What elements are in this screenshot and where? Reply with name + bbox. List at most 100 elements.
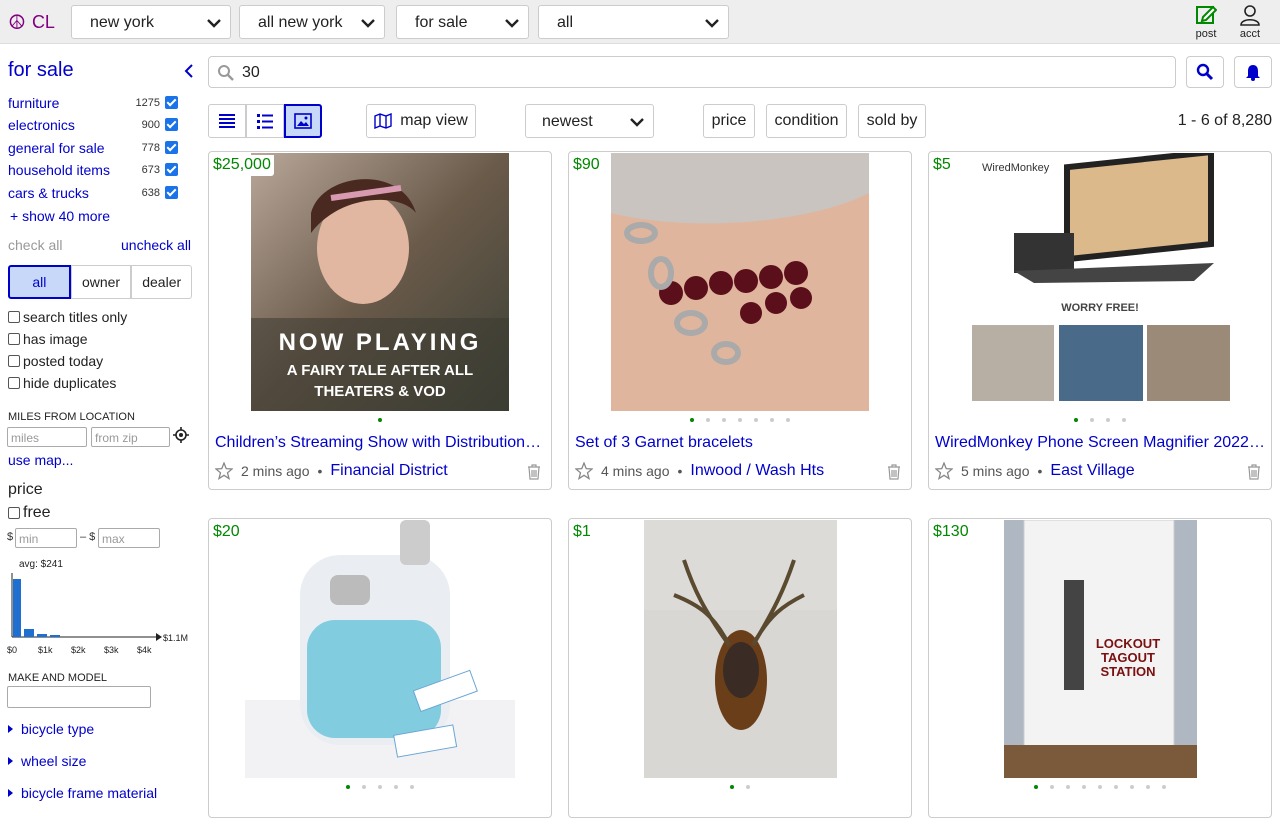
option-hide-duplicates[interactable]: hide duplicates [8, 375, 116, 391]
chevron-down-icon [361, 19, 375, 28]
use-map-link[interactable]: use map... [8, 452, 73, 468]
histogram-bar [37, 634, 47, 637]
option-posted-today[interactable]: posted today [8, 353, 103, 369]
miles-input[interactable]: miles [7, 427, 87, 447]
map-view-button[interactable]: map view [366, 104, 476, 138]
list-view-icon [219, 114, 235, 128]
filter-frame-material[interactable]: bicycle frame material [8, 785, 157, 801]
subcategory-dropdown[interactable]: all [538, 5, 729, 39]
category-checkbox[interactable] [165, 118, 178, 131]
listing-card[interactable]: WiredMonkey WORRY FREE! $5 WiredMonkey P… [928, 151, 1272, 490]
locate-icon[interactable] [173, 427, 189, 443]
checkbox[interactable] [8, 311, 20, 323]
sort-dropdown[interactable]: newest [525, 104, 654, 138]
listing-image[interactable] [611, 153, 869, 411]
image-dots[interactable] [569, 418, 911, 422]
option-has-image[interactable]: has image [8, 331, 88, 347]
gallery-view-button[interactable] [284, 104, 322, 138]
sidebar-title[interactable]: for sale [8, 59, 74, 82]
filter-wheel-size[interactable]: wheel size [8, 753, 86, 769]
search-input[interactable]: 30 [208, 56, 1176, 88]
collapse-sidebar-icon[interactable] [182, 62, 196, 80]
listing-meta: 4 mins ago • Inwood / Wash Hts [575, 462, 824, 480]
post-button[interactable]: post [1188, 4, 1224, 40]
chevron-down-icon [630, 118, 644, 127]
listing-title[interactable]: WiredMonkey Phone Screen Magnifier 2022… [935, 434, 1265, 452]
area-dropdown[interactable]: new york [71, 5, 231, 39]
listing-title[interactable]: Children’s Streaming Show with Distribut… [215, 434, 545, 452]
category-checkbox[interactable] [165, 186, 178, 199]
make-model-input[interactable] [7, 686, 151, 708]
account-button[interactable]: acct [1232, 4, 1268, 40]
listing-card[interactable]: $20 [208, 518, 552, 818]
category-item-electronics[interactable]: electronics 900 [8, 117, 178, 137]
category-item-household[interactable]: household items 673 [8, 162, 178, 182]
listing-meta: 2 mins ago • Financial District [215, 462, 448, 480]
zip-input[interactable]: from zip [91, 427, 170, 447]
listing-title[interactable]: Set of 3 Garnet bracelets [575, 434, 905, 452]
listing-image[interactable]: WiredMonkey WORRY FREE! [964, 153, 1236, 411]
cabinet-label: STATION [1100, 664, 1155, 679]
category-item-general[interactable]: general for sale 778 [8, 140, 178, 160]
price-filter-button[interactable]: price [703, 104, 755, 138]
cabinet-label: TAGOUT [1101, 650, 1155, 665]
option-search-titles[interactable]: search titles only [8, 309, 127, 325]
category-dropdown[interactable]: for sale [396, 5, 529, 39]
max-price-input[interactable]: max [98, 528, 160, 548]
seller-tab-dealer[interactable]: dealer [131, 265, 193, 299]
map-icon [374, 113, 392, 129]
image-dots[interactable] [569, 785, 911, 789]
listing-location[interactable]: East Village [1050, 462, 1134, 480]
histogram-tick-3k: $3k [104, 645, 119, 655]
listing-image[interactable]: NOW PLAYING A FAIRY TALE AFTER ALL THEAT… [251, 153, 509, 411]
category-checkbox[interactable] [165, 141, 178, 154]
condition-filter-button[interactable]: condition [766, 104, 847, 138]
image-dots[interactable] [929, 418, 1271, 422]
chevron-down-icon [705, 19, 719, 28]
option-free[interactable]: free [8, 504, 51, 522]
listing-card[interactable]: LOCKOUT TAGOUT STATION $130 [928, 518, 1272, 818]
checkbox[interactable] [8, 355, 20, 367]
checkbox[interactable] [8, 507, 20, 519]
image-dots[interactable] [209, 785, 551, 789]
thumbnail-list-icon [257, 114, 273, 129]
trash-icon[interactable] [887, 464, 901, 480]
listing-card[interactable]: NOW PLAYING A FAIRY TALE AFTER ALL THEAT… [208, 151, 552, 490]
filter-bicycle-type[interactable]: bicycle type [8, 721, 94, 737]
listing-image[interactable] [245, 520, 515, 778]
craigslist-logo[interactable]: ☮ CL [8, 10, 55, 35]
image-dots[interactable] [209, 418, 551, 422]
uncheck-all-link[interactable]: uncheck all [121, 237, 191, 253]
category-item-cars-trucks[interactable]: cars & trucks 638 [8, 185, 178, 205]
alert-button[interactable] [1234, 56, 1272, 88]
checkbox[interactable] [8, 333, 20, 345]
search-button[interactable] [1186, 56, 1224, 88]
trash-icon[interactable] [1247, 464, 1261, 480]
preview-view-button[interactable] [246, 104, 284, 138]
checkbox[interactable] [8, 377, 20, 389]
min-price-input[interactable]: min [15, 528, 77, 548]
subarea-dropdown[interactable]: all new york [239, 5, 385, 39]
list-view-button[interactable] [208, 104, 246, 138]
listing-location[interactable]: Financial District [330, 462, 447, 480]
category-checkbox[interactable] [165, 163, 178, 176]
sold-by-filter-button[interactable]: sold by [858, 104, 926, 138]
category-checkbox[interactable] [165, 96, 178, 109]
listing-image[interactable] [644, 520, 837, 778]
seller-tab-all[interactable]: all [8, 265, 71, 299]
listing-card[interactable]: $90 Set of 3 Garnet bracelets 4 mins ago… [568, 151, 912, 490]
star-icon[interactable] [935, 462, 953, 480]
category-item-furniture[interactable]: furniture 1275 [8, 95, 178, 115]
image-dots[interactable] [929, 785, 1271, 789]
search-icon [218, 65, 234, 81]
histogram-tick-1k: $1k [38, 645, 53, 655]
price-histogram[interactable]: avg: $241 $0 $1k $2k $3k $4k $1.1M [4, 553, 196, 661]
trash-icon[interactable] [527, 464, 541, 480]
star-icon[interactable] [215, 462, 233, 480]
seller-tab-owner[interactable]: owner [70, 265, 132, 299]
listing-location[interactable]: Inwood / Wash Hts [690, 462, 824, 480]
star-icon[interactable] [575, 462, 593, 480]
listing-card[interactable]: $1 [568, 518, 912, 818]
show-more-link[interactable]: + show 40 more [10, 208, 110, 224]
listing-image[interactable]: LOCKOUT TAGOUT STATION [1004, 520, 1197, 778]
